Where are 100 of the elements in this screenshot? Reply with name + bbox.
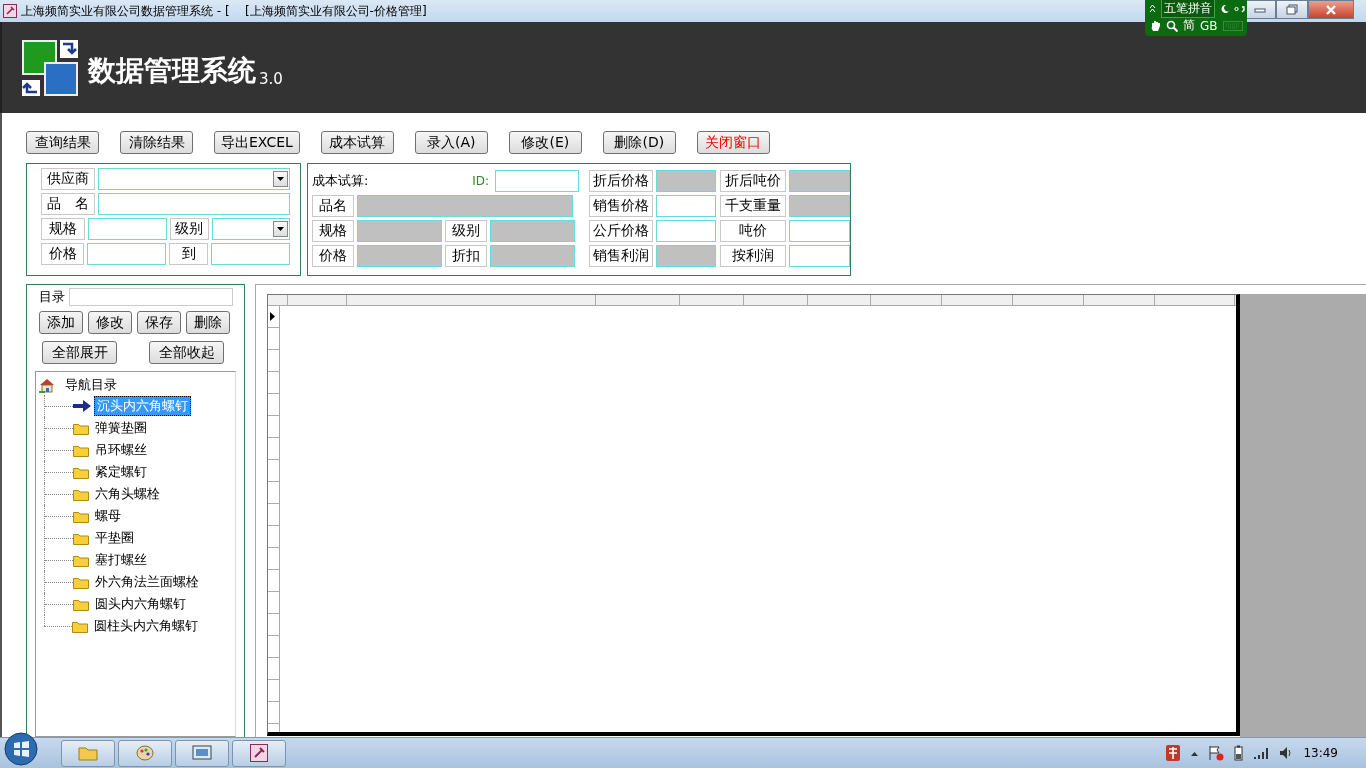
field-label: 销售利润 xyxy=(589,245,653,267)
field-label: 价格 xyxy=(312,245,354,267)
taskbar-button[interactable] xyxy=(232,739,286,767)
moon-icon[interactable] xyxy=(1220,4,1229,13)
screen-icon xyxy=(192,745,212,761)
start-button[interactable] xyxy=(4,732,40,768)
catalog-button[interactable]: 删除 xyxy=(186,311,230,334)
input-field[interactable] xyxy=(656,195,716,217)
battery-icon[interactable] xyxy=(1234,745,1244,761)
field-label: 千支重量 xyxy=(720,195,786,217)
toolbar-button[interactable]: 关闭窗口 xyxy=(696,131,770,154)
toolbar-button[interactable]: 删除(D) xyxy=(602,131,676,154)
speaker-icon[interactable] xyxy=(1279,746,1294,760)
version-label: 3.0 xyxy=(259,69,283,88)
toolbar-button[interactable]: 录入(A) xyxy=(414,131,488,154)
tree-item[interactable]: 紧定螺钉 xyxy=(92,462,150,482)
input-field[interactable] xyxy=(211,243,290,265)
tree-item[interactable]: 导航目录 xyxy=(62,375,120,395)
tree-item[interactable]: 六角头螺栓 xyxy=(92,484,163,504)
tree-item[interactable]: 弹簧垫圈 xyxy=(92,418,150,438)
search-icon[interactable] xyxy=(1166,19,1178,32)
folder-icon xyxy=(73,575,89,589)
catalog-field[interactable] xyxy=(69,288,233,306)
input-field[interactable] xyxy=(490,220,575,242)
dropdown-field[interactable] xyxy=(97,168,290,190)
field-label: 品 名 xyxy=(41,193,95,215)
field-label: 折扣 xyxy=(445,245,487,267)
id-field[interactable] xyxy=(495,170,579,192)
catalog-button[interactable]: 保存 xyxy=(137,311,181,334)
caret-icon[interactable] xyxy=(1191,750,1199,756)
close-icon[interactable] xyxy=(1325,4,1337,15)
folder-icon xyxy=(73,487,89,501)
folder-icon xyxy=(73,509,89,523)
folder-icon xyxy=(78,745,98,761)
tree-item[interactable]: 吊环螺丝 xyxy=(92,440,150,460)
input-field[interactable] xyxy=(87,218,167,240)
input-field[interactable] xyxy=(789,220,850,242)
field-label: 吨价 xyxy=(720,220,786,242)
logo-icon xyxy=(22,39,78,96)
folder-icon xyxy=(73,597,89,611)
folder-icon xyxy=(73,421,89,435)
toolbar-button[interactable]: 修改(E) xyxy=(508,131,582,154)
field-label: 规格 xyxy=(312,220,354,242)
key-icon xyxy=(250,744,268,762)
field-label: 到 xyxy=(169,243,208,265)
field-label: 级别 xyxy=(445,220,487,242)
input-field[interactable] xyxy=(97,193,290,215)
keyboard-icon[interactable] xyxy=(1222,20,1243,31)
app-icon xyxy=(3,4,17,18)
field-label: 公斤价格 xyxy=(589,220,653,242)
input-field[interactable] xyxy=(357,195,573,217)
tree-item[interactable]: 外六角法兰面螺栓 xyxy=(92,572,202,592)
toolbar-button[interactable]: 成本试算 xyxy=(320,131,394,154)
input-mode[interactable]: 五笔拼音 xyxy=(1161,0,1215,18)
toolbar-button[interactable]: 查询结果 xyxy=(26,131,99,154)
input-field[interactable] xyxy=(789,170,850,192)
input-field[interactable] xyxy=(656,220,716,242)
charset-toggle[interactable]: GB xyxy=(1200,18,1218,33)
expand-icon[interactable] xyxy=(1149,4,1156,13)
close-button[interactable] xyxy=(1308,0,1354,19)
app-title: 数据管理系统 xyxy=(88,52,256,89)
flag-icon[interactable] xyxy=(1208,745,1225,761)
input-field[interactable] xyxy=(357,245,442,267)
tree-item[interactable]: 圆头内六角螺钉 xyxy=(92,594,189,614)
maximize-button[interactable] xyxy=(1276,0,1308,19)
input-field[interactable] xyxy=(357,220,442,242)
script-toggle[interactable]: 简 xyxy=(1183,17,1195,34)
input-method-icon[interactable] xyxy=(1165,744,1182,762)
input-field[interactable] xyxy=(87,243,167,265)
toolbar-button[interactable]: 清除结果 xyxy=(120,131,193,154)
tree-item[interactable]: 塞打螺丝 xyxy=(92,550,150,570)
catalog-button[interactable]: 添加 xyxy=(39,311,83,334)
toolbar-button[interactable]: 导出EXCEL xyxy=(214,131,300,154)
tree-toggle-button[interactable]: 全部收起 xyxy=(149,341,224,364)
tree-item[interactable]: 圆柱头内六角螺钉 xyxy=(91,616,201,636)
input-field[interactable] xyxy=(789,245,850,267)
clock[interactable]: 13:49 xyxy=(1303,746,1338,760)
field-label: 折后吨价 xyxy=(720,170,786,192)
folder-icon xyxy=(73,465,89,479)
tree-item[interactable]: 螺母 xyxy=(92,506,124,526)
input-field[interactable] xyxy=(656,245,716,267)
taskbar-button[interactable] xyxy=(175,739,229,767)
field-label: 级别 xyxy=(169,218,209,240)
catalog-button[interactable]: 修改 xyxy=(88,311,132,334)
field-label: 品名 xyxy=(312,195,354,217)
catalog-label: 目录 xyxy=(39,288,65,306)
input-field[interactable] xyxy=(789,195,850,217)
input-field[interactable] xyxy=(656,170,716,192)
punctuation-icon[interactable] xyxy=(1234,4,1246,13)
folder-icon xyxy=(73,553,89,567)
hand-icon[interactable] xyxy=(1149,19,1161,32)
id-label: ID: xyxy=(471,174,489,188)
restore-icon[interactable] xyxy=(1286,4,1298,15)
dropdown-field[interactable] xyxy=(211,218,290,240)
signal-icon[interactable] xyxy=(1253,746,1270,760)
field-label: 折后价格 xyxy=(589,170,653,192)
tree-toggle-button[interactable]: 全部展开 xyxy=(42,341,117,364)
minimize-icon[interactable] xyxy=(1254,6,1266,13)
input-field[interactable] xyxy=(490,245,575,267)
tree-item[interactable]: 平垫圈 xyxy=(92,528,137,548)
